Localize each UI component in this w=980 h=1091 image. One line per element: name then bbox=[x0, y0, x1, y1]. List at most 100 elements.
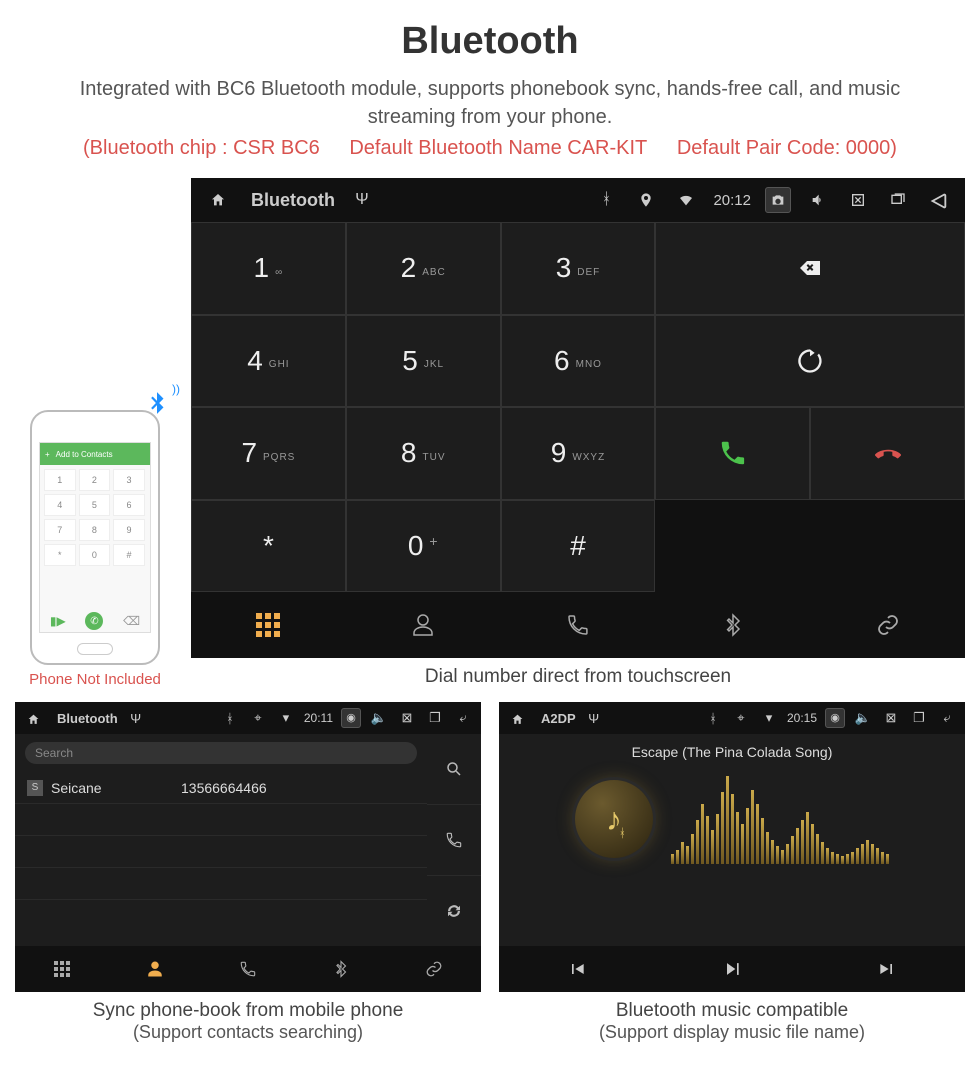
contact-number: 13566664466 bbox=[181, 780, 267, 796]
contact-row-empty bbox=[15, 804, 427, 836]
home-icon[interactable] bbox=[23, 710, 43, 725]
phone-add-contacts-label: Add to Contacts bbox=[56, 450, 113, 459]
music-note-icon: ♪ᚼ bbox=[606, 801, 622, 838]
bluetooth-icon: )) bbox=[144, 386, 170, 417]
back-icon[interactable]: ⤶ bbox=[453, 710, 473, 726]
contact-row-empty bbox=[15, 900, 427, 932]
dialer-caption: Dial number direct from touchscreen bbox=[191, 666, 965, 688]
tab-calllog[interactable] bbox=[501, 592, 656, 658]
key-3[interactable]: 3DEF bbox=[501, 222, 656, 315]
back-icon[interactable]: ⤶ bbox=[937, 710, 957, 726]
page-spec: (Bluetooth chip : CSR BC6 Default Blueto… bbox=[15, 137, 965, 160]
bluetooth-status-icon: ᚼ bbox=[220, 711, 240, 726]
wifi-icon: ▾ bbox=[276, 710, 296, 726]
tab-contacts[interactable] bbox=[346, 592, 501, 658]
search-input[interactable]: Search bbox=[25, 742, 417, 764]
recent-apps-icon[interactable]: ❐ bbox=[909, 710, 929, 726]
camera-icon[interactable]: ◉ bbox=[341, 708, 361, 728]
spec-name: Default Bluetooth Name CAR-KIT bbox=[349, 137, 647, 159]
dialer-statusbar: Bluetooth Ψ ᚼ 20:12 bbox=[191, 178, 965, 222]
bluetooth-status-icon: ᚼ bbox=[593, 191, 619, 209]
music-controls bbox=[499, 946, 965, 992]
home-icon[interactable] bbox=[507, 710, 527, 725]
contact-row-empty bbox=[15, 836, 427, 868]
phone-icon bbox=[566, 613, 590, 637]
back-icon[interactable] bbox=[925, 187, 951, 213]
close-app-icon[interactable] bbox=[845, 191, 871, 209]
location-icon: ⌖ bbox=[731, 710, 751, 726]
phone-delete-icon: ⌫ bbox=[123, 614, 140, 628]
tab-pair[interactable] bbox=[810, 592, 965, 658]
volume-icon[interactable]: 🔈 bbox=[853, 710, 873, 726]
key-5[interactable]: 5JKL bbox=[346, 315, 501, 408]
volume-icon[interactable]: 🔈 bbox=[369, 710, 389, 726]
key-2[interactable]: 2ABC bbox=[346, 222, 501, 315]
music-caption: Bluetooth music compatible (Support disp… bbox=[499, 1000, 965, 1043]
key-hash[interactable]: # bbox=[501, 500, 656, 593]
key-9[interactable]: 9WXYZ bbox=[501, 407, 656, 500]
key-redial[interactable] bbox=[655, 315, 965, 408]
key-4[interactable]: 4GHI bbox=[191, 315, 346, 408]
status-time: 20:11 bbox=[304, 711, 333, 725]
key-call[interactable] bbox=[655, 407, 810, 500]
camera-icon[interactable]: ◉ bbox=[825, 708, 845, 728]
tab-bluetooth[interactable] bbox=[295, 946, 388, 992]
home-icon[interactable] bbox=[205, 191, 231, 209]
volume-icon[interactable] bbox=[805, 191, 831, 209]
link-icon bbox=[876, 613, 900, 637]
tab-bluetooth[interactable] bbox=[655, 592, 810, 658]
next-track-button[interactable] bbox=[877, 958, 897, 981]
key-7[interactable]: 7PQRS bbox=[191, 407, 346, 500]
key-backspace[interactable] bbox=[655, 222, 965, 315]
person-icon bbox=[411, 613, 435, 637]
keypad-icon bbox=[54, 961, 70, 977]
side-search-icon[interactable] bbox=[427, 734, 481, 805]
close-app-icon[interactable]: ⊠ bbox=[397, 710, 417, 726]
contacts-caption: Sync phone-book from mobile phone (Suppo… bbox=[15, 1000, 481, 1043]
contact-row[interactable]: S Seicane 13566664466 bbox=[15, 772, 427, 804]
key-8[interactable]: 8TUV bbox=[346, 407, 501, 500]
contact-row-empty bbox=[15, 868, 427, 900]
phone-video-icon: ▮▶ bbox=[50, 614, 66, 628]
usb-icon: Ψ bbox=[126, 711, 146, 726]
wifi-icon: ▾ bbox=[759, 710, 779, 726]
key-hangup[interactable] bbox=[810, 407, 965, 500]
music-title: A2DP bbox=[541, 711, 576, 726]
tab-pair[interactable] bbox=[388, 946, 481, 992]
contacts-side-actions bbox=[427, 734, 481, 946]
status-time: 20:12 bbox=[713, 192, 751, 209]
link-icon bbox=[425, 960, 443, 978]
usb-icon: Ψ bbox=[349, 191, 375, 209]
recent-apps-icon[interactable]: ❐ bbox=[425, 710, 445, 726]
camera-icon[interactable] bbox=[765, 187, 791, 213]
bluetooth-badge-icon: ᚼ bbox=[619, 826, 626, 840]
tab-calllog[interactable] bbox=[201, 946, 294, 992]
dialer-keypad: 1∞ 2ABC 3DEF 4GHI 5JKL 6MNO 7PQRS 8TUV 9… bbox=[191, 222, 965, 592]
key-1[interactable]: 1∞ bbox=[191, 222, 346, 315]
visualizer bbox=[671, 774, 889, 864]
recent-apps-icon[interactable] bbox=[885, 191, 911, 209]
contacts-screen: Bluetooth Ψ ᚼ ⌖ ▾ 20:11 ◉ 🔈 ⊠ ❐ ⤶ Search… bbox=[15, 702, 481, 992]
prev-track-button[interactable] bbox=[567, 958, 587, 981]
search-placeholder: Search bbox=[35, 746, 73, 760]
side-call-icon[interactable] bbox=[427, 805, 481, 876]
phone-home-button bbox=[77, 643, 113, 655]
tab-keypad[interactable] bbox=[15, 946, 108, 992]
key-0[interactable]: 0+ bbox=[346, 500, 501, 593]
track-title: Escape (The Pina Colada Song) bbox=[632, 744, 833, 760]
tab-keypad[interactable] bbox=[191, 592, 346, 658]
music-statusbar: A2DP Ψ ᚼ ⌖ ▾ 20:15 ◉ 🔈 ⊠ ❐ ⤶ bbox=[499, 702, 965, 734]
phone-icon bbox=[239, 960, 257, 978]
contacts-bottom-tabs bbox=[15, 946, 481, 992]
close-app-icon[interactable]: ⊠ bbox=[881, 710, 901, 726]
album-art: ♪ᚼ bbox=[575, 780, 653, 858]
key-star[interactable]: * bbox=[191, 500, 346, 593]
phone-caption: Phone Not Included bbox=[15, 671, 175, 688]
spec-code: Default Pair Code: 0000) bbox=[677, 137, 897, 159]
key-6[interactable]: 6MNO bbox=[501, 315, 656, 408]
dialer-bottom-tabs bbox=[191, 592, 965, 658]
play-pause-button[interactable] bbox=[722, 958, 742, 981]
bluetooth-tab-icon bbox=[721, 613, 745, 637]
tab-contacts[interactable] bbox=[108, 946, 201, 992]
side-sync-icon[interactable] bbox=[427, 876, 481, 946]
